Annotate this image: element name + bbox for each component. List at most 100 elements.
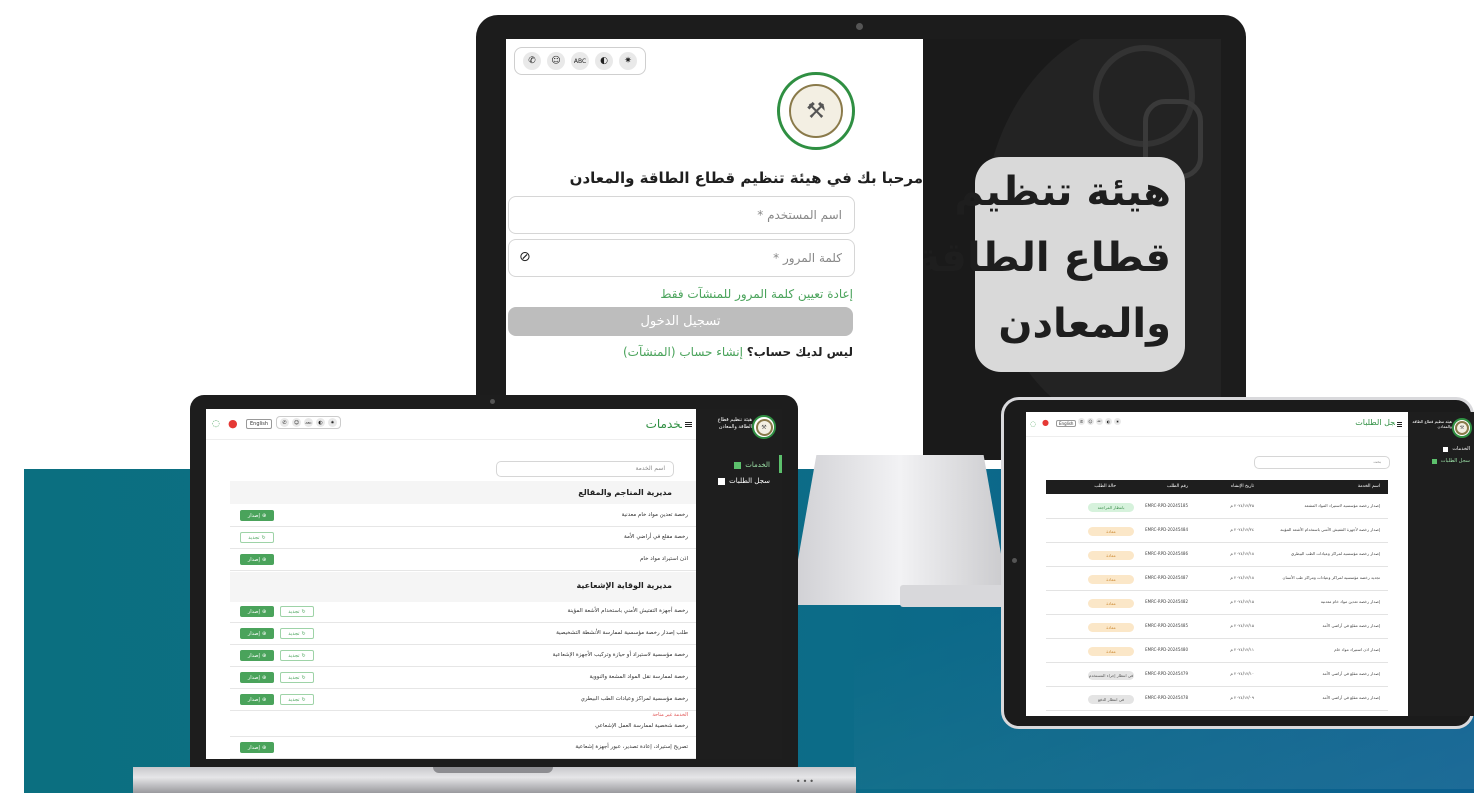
brightness-icon[interactable]: ✷ bbox=[1114, 418, 1121, 425]
contrast-icon[interactable]: ◐ bbox=[1105, 418, 1112, 425]
toggle-icon[interactable]: ◌ bbox=[1030, 420, 1036, 428]
abc-icon[interactable]: ABC bbox=[571, 52, 589, 70]
services-screen: ◌ ● English ✆ ☺ ABC ◐ ✷ الخدمات اسم الخد… bbox=[206, 409, 782, 759]
eye-off-icon[interactable]: ⊘ bbox=[519, 249, 531, 265]
search-placeholder: اسم الخدمة bbox=[635, 465, 665, 472]
renew-label: تجديد bbox=[288, 608, 300, 615]
abc-icon[interactable]: ABC bbox=[1096, 418, 1103, 425]
sidebar-item-label: الخدمات bbox=[1452, 446, 1470, 452]
sidebar: ⚒ هيئة تنظيم قطاع الطاقة والمعادن الخدما… bbox=[1395, 412, 1474, 716]
table-row[interactable]: إصدار رخصة مقلع في أراضي الأمة ٢٠٢٤/١٢/١٠… bbox=[1046, 662, 1388, 687]
menu-icon[interactable] bbox=[682, 418, 694, 430]
issue-button[interactable]: إصدار ⊕ bbox=[240, 650, 274, 661]
cell-service: إصدار رخصة تعدين مواد خام معدنية bbox=[1320, 599, 1380, 604]
username-field[interactable]: اسم المستخدم * bbox=[508, 196, 855, 234]
search-input[interactable]: بحث bbox=[1254, 456, 1390, 469]
phone-icon[interactable]: ✆ bbox=[523, 52, 541, 70]
brightness-icon[interactable]: ✷ bbox=[328, 418, 337, 427]
search-input[interactable]: اسم الخدمة bbox=[496, 461, 674, 477]
language-button[interactable]: English bbox=[1056, 420, 1077, 427]
search-placeholder: بحث bbox=[1373, 459, 1381, 464]
laptop-base: ••• bbox=[133, 767, 856, 793]
renew-button[interactable]: تجديد ↻ bbox=[280, 650, 314, 661]
sign-language-icon[interactable]: ☺ bbox=[1087, 418, 1094, 425]
service-name: طلب إصدار رخصة مؤسسية لممارسة الأنشطة ال… bbox=[556, 630, 688, 636]
service-name: رخصة مؤسسية لمراكز وعيادات الطب البيطري bbox=[580, 696, 688, 702]
contrast-icon[interactable]: ◐ bbox=[595, 52, 613, 70]
issue-label: إصدار bbox=[247, 608, 260, 615]
cell-request-number: EMRC-RPD-20245482 bbox=[1145, 599, 1188, 604]
issue-button[interactable]: إصدار ⊕ bbox=[240, 606, 274, 617]
issue-button[interactable]: إصدار ⊕ bbox=[240, 628, 274, 639]
menu-icon[interactable] bbox=[1395, 420, 1404, 429]
toggle-icon[interactable]: ◌ bbox=[212, 419, 220, 429]
service-row: رخصة مؤسسية لاستيراد أو حيازة وتركيب الأ… bbox=[230, 646, 696, 667]
issue-button[interactable]: إصدار ⊕ bbox=[240, 742, 274, 753]
issue-label: إصدار bbox=[247, 674, 260, 681]
renew-button[interactable]: تجديد ↻ bbox=[240, 532, 274, 543]
table-row[interactable]: إصدار رخصة لأجهزة التفتيش الأمني باستخدا… bbox=[1046, 518, 1388, 543]
username-placeholder: اسم المستخدم * bbox=[757, 208, 842, 222]
table-row[interactable]: إصدار رخصة مقلع في أراضي الأمة ٢٠٢٤/١٢/١٥… bbox=[1046, 614, 1388, 639]
authority-logo: ⚒ bbox=[777, 72, 855, 150]
accessibility-toolbar: ✆ ☺ ABC ◐ ✷ bbox=[276, 416, 341, 429]
sidebar-item-requests[interactable]: سجل الطلبات bbox=[718, 477, 770, 485]
notification-icon[interactable]: ● bbox=[228, 417, 238, 430]
table-row[interactable]: إصدار رخصة تعدين مواد خام معدنية ٢٠٢٤/١٢/… bbox=[1046, 590, 1388, 615]
phone-icon[interactable]: ✆ bbox=[280, 418, 289, 427]
contrast-icon[interactable]: ◐ bbox=[316, 418, 325, 427]
status-badge: معادة bbox=[1088, 575, 1134, 584]
brightness-icon[interactable]: ✷ bbox=[619, 52, 637, 70]
phone-icon[interactable]: ✆ bbox=[1078, 418, 1085, 425]
table-row[interactable]: تجديد رخصة مؤسسية لمراكز وعيادات ومراكز … bbox=[1046, 566, 1388, 591]
reset-password-link[interactable]: إعادة تعيين كلمة المرور للمنشآت فقط bbox=[660, 287, 853, 301]
renew-button[interactable]: تجديد ↻ bbox=[280, 672, 314, 683]
cell-date: ٢٠٢٤/١٢/١١ م bbox=[1230, 647, 1254, 652]
issue-label: إصدار bbox=[247, 744, 260, 751]
camera-dot bbox=[490, 399, 495, 404]
sidebar-item-services[interactable]: الخدمات bbox=[734, 461, 770, 469]
renew-label: تجديد bbox=[288, 674, 300, 681]
cell-date: ٢٠٢٤/١٢/٢٥ م bbox=[1230, 503, 1254, 508]
monitor-frame: ✆ ☺ ABC ◐ ✷ ⚒ مرحبا بك في هيئة تنظيم قطا… bbox=[476, 15, 1246, 460]
table-row[interactable]: إصدار رخصة مؤسسية لاستيراد المواد المشعة… bbox=[1046, 494, 1388, 519]
camera-dot bbox=[856, 23, 863, 30]
login-button[interactable]: تسجيل الدخول bbox=[508, 307, 853, 336]
cell-request-number: EMRC-RPD-20245484 bbox=[1145, 527, 1188, 532]
issue-label: إصدار bbox=[247, 696, 260, 703]
sidebar-item-services[interactable]: الخدمات bbox=[1443, 446, 1470, 452]
issue-button[interactable]: إصدار ⊕ bbox=[240, 672, 274, 683]
service-name: رخصة مقلع في أراضي الأمة bbox=[624, 534, 688, 540]
header-bar: ◌ ● English ✆ ☺ ABC ◐ ✷ الخدمات bbox=[206, 409, 696, 440]
renew-button[interactable]: تجديد ↻ bbox=[280, 628, 314, 639]
language-button[interactable]: English bbox=[246, 419, 273, 429]
accessibility-toolbar: ✆ ☺ ABC ◐ ✷ bbox=[1078, 418, 1121, 425]
requests-screen: ◌ ● English ✆ ☺ ABC ◐ ✷ سجل الطلبات بحث … bbox=[1026, 412, 1474, 716]
column-header: حالة الطلب bbox=[1094, 484, 1116, 489]
renew-button[interactable]: تجديد ↻ bbox=[280, 694, 314, 705]
column-header: رقم الطلب bbox=[1167, 484, 1188, 489]
sidebar-item-requests[interactable]: سجل الطلبات bbox=[1431, 458, 1470, 464]
notification-icon[interactable]: ● bbox=[1042, 418, 1049, 427]
abc-icon[interactable]: ABC bbox=[304, 418, 313, 427]
issue-button[interactable]: إصدار ⊕ bbox=[240, 554, 274, 565]
issue-button[interactable]: إصدار ⊕ bbox=[240, 694, 274, 705]
cell-request-number: EMRC-RPD-20245487 bbox=[1145, 575, 1188, 580]
cell-date: ٢٠٢٤/١٢/٠٩ م bbox=[1230, 695, 1254, 700]
renew-label: تجديد bbox=[288, 652, 300, 659]
cell-date: ٢٠٢٤/١٢/١٨ م bbox=[1230, 551, 1254, 556]
status-badge: معادة bbox=[1088, 527, 1134, 536]
sign-language-icon[interactable]: ☺ bbox=[292, 418, 301, 427]
signup-line: ليس لديك حساب؟ إنشاء حساب (المنشآت) bbox=[623, 345, 853, 359]
password-field[interactable]: كلمة المرور * ⊘ bbox=[508, 239, 855, 277]
service-row: رخصة أجهزة التفتيش الأمني باستخدام الأشع… bbox=[230, 602, 696, 623]
create-account-link[interactable]: إنشاء حساب (المنشآت) bbox=[623, 345, 743, 359]
renew-button[interactable]: تجديد ↻ bbox=[280, 606, 314, 617]
table-row[interactable]: إصدار رخصة مؤسسية لمراكز وعيادات الطب ال… bbox=[1046, 542, 1388, 567]
table-row[interactable]: إصدار اذن استيراد مواد خام ٢٠٢٤/١٢/١١ م EM… bbox=[1046, 638, 1388, 663]
table-row[interactable]: إصدار رخصة مقلع في أراضي الأمة ٢٠٢٤/١٢/٠٩… bbox=[1046, 686, 1388, 711]
sign-language-icon[interactable]: ☺ bbox=[547, 52, 565, 70]
issue-button[interactable]: إصدار ⊕ bbox=[240, 510, 274, 521]
unavailable-note: الخدمة غير متاحة bbox=[652, 712, 688, 718]
table-row[interactable]: إصدار اذن استيراد مواد خام٢٠٢٤/١٢/٠٥ مEM… bbox=[1046, 710, 1388, 716]
